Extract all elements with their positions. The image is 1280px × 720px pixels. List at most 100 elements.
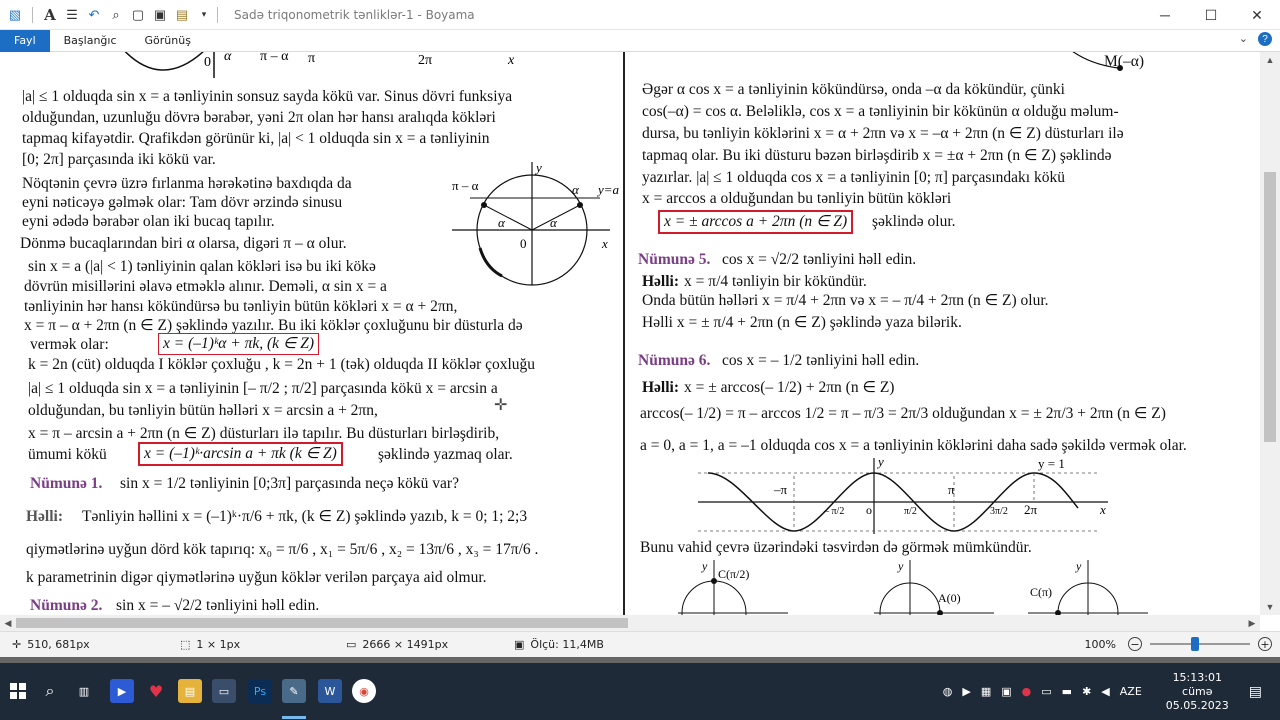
network-icon[interactable]: ▭: [1041, 685, 1051, 698]
maximize-button[interactable]: ☐: [1188, 0, 1234, 30]
clock[interactable]: 15:13:01 cümə 05.05.2023: [1166, 671, 1229, 713]
example-2-text: sin x = – √2/2 tənliyini həll edin.: [116, 597, 320, 614]
zoom-slider-knob[interactable]: [1191, 637, 1199, 651]
text-line: şəklində yazmaq olar.: [378, 446, 513, 463]
new-icon[interactable]: ▢: [129, 6, 147, 24]
example-1-text: sin x = 1/2 tənliyinin [0;3π] parçasında…: [120, 475, 459, 492]
crosshair-cursor-icon: ✛: [494, 397, 508, 414]
scroll-up-icon[interactable]: ▲: [1260, 52, 1280, 68]
selection-size-value: 1 × 1px: [196, 638, 241, 651]
battery-icon[interactable]: ▬: [1062, 685, 1072, 698]
file-size: ▣ Ölçü: 11,4MB: [514, 638, 604, 651]
graph-label-x: x: [507, 53, 515, 68]
circle-label-alpha: α: [550, 215, 558, 230]
ribbon-controls: ⌄ ?: [1239, 32, 1272, 46]
vertical-scroll-thumb[interactable]: [1264, 172, 1276, 442]
sine-graph-fragment: 0 α π – α π 2π x: [124, 52, 515, 78]
window-app-icon[interactable]: ▭: [212, 679, 236, 703]
image-canvas[interactable]: 0 α π – α π 2π x |a| ≤ 1 olduqda sin x =…: [0, 52, 1260, 615]
scroll-right-icon[interactable]: ▶: [1244, 615, 1260, 631]
circle-label-x: x: [601, 236, 608, 251]
text-line: dövrün misillərini əlavə etməklə alınır.…: [24, 278, 387, 295]
help-icon[interactable]: ?: [1258, 32, 1272, 46]
cursor-position: ✛ 510, 681px: [12, 638, 90, 651]
minimize-button[interactable]: ─: [1142, 0, 1188, 30]
circle-label-zero: 0: [520, 236, 527, 251]
save-icon[interactable]: ▣: [151, 6, 169, 24]
solution-text: Tənliyin həllini x = (–1)ᵏ·π/6 + πk, (k …: [82, 508, 528, 525]
circle-1-label-y: y: [701, 559, 708, 573]
language-indicator[interactable]: AZE: [1120, 685, 1142, 698]
chrome-icon[interactable]: ◉: [352, 679, 376, 703]
quick-access-toolbar: ▧ A ☰ ↶ ⌕ ▢ ▣ ▤ ▾: [0, 0, 213, 30]
zoom-app-icon[interactable]: ▶: [110, 679, 134, 703]
circle-1-label-point: C(π/2): [718, 567, 749, 581]
ribbon-tabs: Fayl Başlanğıc Görünüş ⌄ ?: [0, 29, 1280, 52]
cos-graph-label-x: x: [1099, 502, 1106, 517]
page-divider: [623, 52, 625, 615]
paste-icon[interactable]: ▤: [173, 6, 191, 24]
zoom-level: 100%: [1084, 637, 1116, 651]
file-explorer-icon[interactable]: ▤: [178, 679, 202, 703]
selection-icon: ⬚: [180, 638, 191, 651]
bold-a-icon[interactable]: A: [41, 6, 59, 24]
text-line: Nöqtənin çevrə üzrə fırlanma hərəkətinə …: [22, 175, 352, 192]
zoom-icon[interactable]: ⌕: [107, 6, 125, 24]
heart-app-icon[interactable]: ♥: [144, 679, 168, 703]
camera-icon[interactable]: ▣: [1001, 685, 1011, 698]
graph-label-alpha: α: [224, 52, 232, 64]
tab-file[interactable]: Fayl: [0, 29, 50, 52]
text-line: olduğundan, bu tənliyin bütün həlləri x …: [28, 402, 378, 419]
formula-box-2: x = (–1)ᵏ·arcsin a + πk (k ∈ Z): [138, 442, 343, 466]
zoom-slider[interactable]: [1150, 636, 1250, 652]
text-line: vermək olar:: [30, 336, 109, 353]
text-line: k = 2n (cüt) olduqda I köklər çoxluğu , …: [28, 356, 536, 373]
example-2-label: Nümunə 2.: [30, 597, 103, 614]
undo-icon[interactable]: ↶: [85, 6, 103, 24]
circle-label-y: y: [534, 160, 542, 175]
cos-graph-label-pi-half: π/2: [904, 506, 917, 517]
formula-box-1: x = (–1)ᵏα + πk, (k ∈ Z): [158, 333, 320, 355]
separator: [32, 6, 33, 23]
cos-graph-label-minus-pi: –π: [773, 482, 788, 497]
paint-taskbar-icon[interactable]: ✎: [282, 679, 306, 703]
vertical-scrollbar[interactable]: ▲ ▼: [1260, 52, 1280, 615]
list-icon[interactable]: ☰: [63, 6, 81, 24]
word-icon[interactable]: W: [318, 679, 342, 703]
cos-graph-label-two-pi: 2π: [1024, 502, 1038, 517]
graph-label-two-pi: 2π: [418, 53, 432, 68]
close-button[interactable]: ✕: [1234, 0, 1280, 30]
discord-icon[interactable]: ◍: [943, 685, 953, 698]
text-line: yazırlar. |a| ≤ 1 olduqda cos x = a tənl…: [642, 169, 1065, 186]
bluetooth-icon[interactable]: ✱: [1082, 685, 1091, 698]
volume-icon[interactable]: ◀: [1101, 685, 1109, 698]
horizontal-scrollbar[interactable]: ◀ ▶: [0, 615, 1260, 631]
zoom-controls: 100% − +: [1085, 636, 1272, 652]
zoom-tray-icon[interactable]: ▶: [962, 685, 970, 698]
scroll-down-icon[interactable]: ▼: [1260, 599, 1280, 615]
tray-app-icon[interactable]: ▦: [981, 685, 991, 698]
text-line: Əgər α cos x = a tənliyinin kökündürsə, …: [642, 81, 1065, 98]
scroll-left-icon[interactable]: ◀: [0, 615, 16, 631]
collapse-ribbon-icon[interactable]: ⌄: [1239, 32, 1248, 46]
text-line: sin x = a (|a| < 1) tənliyinin qalan kök…: [28, 258, 376, 275]
recorder-icon[interactable]: ●: [1022, 685, 1032, 698]
search-icon[interactable]: ⌕: [38, 679, 62, 703]
photoshop-icon[interactable]: Ps: [248, 679, 272, 703]
task-view-icon[interactable]: ▥: [72, 679, 96, 703]
text-line: olduğundan, uzunluğu dövrə bərabər, yəni…: [22, 109, 496, 126]
tab-home[interactable]: Başlanğıc: [50, 30, 131, 52]
notification-icon[interactable]: ▤: [1249, 684, 1262, 700]
unit-circle-small-1: y C(π/2): [678, 559, 788, 615]
customize-icon[interactable]: ▾: [195, 6, 213, 24]
active-app-indicator: [282, 716, 306, 719]
horizontal-scroll-thumb[interactable]: [16, 618, 628, 628]
circle-2-label-y: y: [897, 559, 904, 573]
unit-circle-diagram: y x 0 α α α π – α y=a: [452, 160, 620, 286]
windows-start-icon[interactable]: [6, 679, 30, 703]
zoom-in-button[interactable]: +: [1258, 637, 1272, 651]
zoom-out-button[interactable]: −: [1128, 637, 1142, 651]
image-size-icon: ▭: [346, 638, 357, 651]
tab-view[interactable]: Görünüş: [131, 30, 205, 52]
paint-app-icon[interactable]: ▧: [6, 6, 24, 24]
